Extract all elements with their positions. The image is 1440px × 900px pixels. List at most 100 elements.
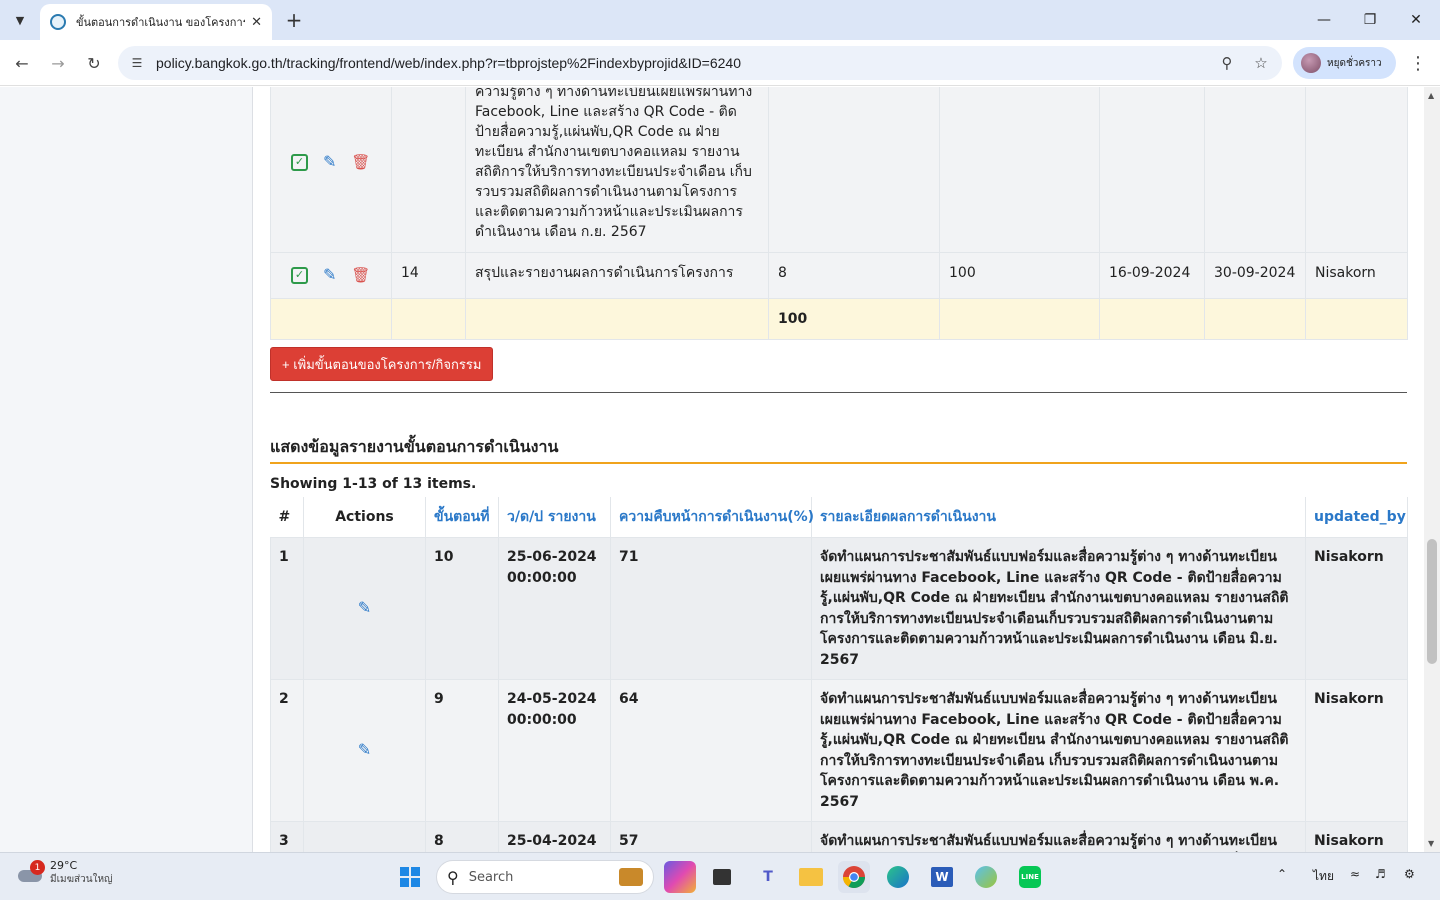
taskbar-search-placeholder: Search — [468, 869, 514, 885]
browser-toolbar: ← → ↻ ☰ policy.bangkok.go.th/tracking/fr… — [0, 40, 1440, 86]
weather-description: มีเมฆส่วนใหญ่ — [50, 874, 113, 885]
cell-no: 14 — [391, 252, 466, 299]
check-square-icon[interactable]: ✓ — [291, 153, 308, 171]
cell-progress: 71 — [610, 537, 812, 680]
teams-icon[interactable]: T — [752, 861, 784, 893]
edge-icon[interactable] — [882, 861, 914, 893]
cell-start — [1099, 87, 1205, 253]
restore-window-button[interactable]: ❐ — [1358, 8, 1382, 32]
browser-tab-active[interactable]: ขั้นตอนการดำเนินงาน ของโครงการ: ✕ — [40, 4, 272, 40]
header-updated-by-sort[interactable]: updated_by — [1305, 497, 1408, 538]
weather-badge: 1 — [30, 860, 45, 875]
scroll-down-arrow-icon[interactable]: ▼ — [1428, 839, 1434, 848]
table-row: 1 ✎ 10 25-06-2024 00:00:00 71 จัดทำแผนกา… — [270, 537, 1408, 680]
cell-weight — [768, 87, 940, 253]
cell-by — [1305, 87, 1408, 253]
word-icon[interactable]: W — [926, 861, 958, 893]
bookmark-star-icon[interactable]: ☆ — [1248, 50, 1274, 76]
scrollbar-thumb[interactable] — [1427, 539, 1437, 664]
check-square-icon[interactable]: ✓ — [291, 266, 308, 284]
cell-progress: 64 — [610, 679, 812, 822]
add-project-step-button[interactable]: + เพิ่มขั้นตอนของโครงการ/กิจกรรม — [270, 347, 494, 381]
divider — [270, 392, 1407, 393]
task-view-icon[interactable] — [706, 861, 738, 893]
table-row: 2 ✎ 9 24-05-2024 00:00:00 64 จัดทำแผนการ… — [270, 679, 1408, 822]
pencil-icon[interactable]: ✎ — [323, 265, 336, 285]
speaker-icon[interactable]: ♬ — [1375, 867, 1386, 881]
back-button[interactable]: ← — [10, 51, 34, 75]
cell-num: 3 — [270, 821, 304, 852]
cell-num: 1 — [270, 537, 304, 680]
scroll-up-arrow-icon[interactable]: ▲ — [1428, 91, 1434, 100]
total-empty — [939, 298, 1100, 340]
tab-search-chevron-icon[interactable]: ▼ — [6, 6, 34, 34]
cell-end — [1204, 87, 1306, 253]
pencil-icon[interactable]: ✎ — [358, 740, 371, 759]
tab-title: ขั้นตอนการดำเนินงาน ของโครงการ: — [76, 16, 246, 29]
section-title: แสดงข้อมูลรายงานขั้นตอนการดำเนินงาน — [270, 437, 559, 456]
table-row: 3 ✎ 8 25-04-2024 00:00:00 57 จัดทำแผนการ… — [270, 821, 1408, 852]
cell-start-date: 16-09-2024 — [1099, 252, 1205, 299]
cell-actions: ✎ — [303, 821, 426, 852]
new-tab-button[interactable]: + — [282, 8, 306, 32]
cell-step-detail: ความรู้ต่าง ๆ ทางด้านทะเบียนเผยแพร่ผ่านท… — [465, 87, 769, 253]
trash-icon[interactable]: 🗑 — [351, 265, 370, 285]
pencil-icon[interactable]: ✎ — [358, 598, 371, 617]
total-empty — [391, 298, 466, 340]
zoom-icon[interactable]: ⚲ — [1214, 50, 1240, 76]
address-bar[interactable]: ☰ policy.bangkok.go.th/tracking/frontend… — [118, 46, 1282, 80]
show-hidden-icons-chevron-icon[interactable]: ⌃ — [1277, 867, 1287, 881]
taskbar-search[interactable]: ⚲ Search — [436, 860, 654, 894]
cell-step: 9 — [425, 679, 499, 822]
header-step-sort[interactable]: ขั้นตอนที่ — [425, 497, 499, 538]
reload-button[interactable]: ↻ — [82, 51, 106, 75]
row-actions: ✓ ✎ 🗑 — [270, 252, 392, 299]
tab-close-icon[interactable]: ✕ — [251, 15, 262, 30]
cell-num: 2 — [270, 679, 304, 822]
row-actions: ✓ ✎ 🗑 — [270, 87, 392, 253]
cell-date: 25-06-2024 00:00:00 — [498, 537, 611, 680]
copilot-icon[interactable] — [664, 861, 696, 893]
forward-button[interactable]: → — [46, 51, 70, 75]
cell-detail: จัดทำแผนการประชาสัมพันธ์แบบฟอร์มและสื่อค… — [811, 537, 1306, 680]
header-detail-sort[interactable]: รายละเอียดผลการดำเนินงาน — [811, 497, 1306, 538]
weather-temperature: 29°C — [50, 859, 78, 872]
chrome-icon[interactable] — [838, 861, 870, 893]
header-date-sort[interactable]: ว/ด/ป รายงาน — [498, 497, 611, 538]
total-empty — [465, 298, 769, 340]
line-app-icon[interactable]: LINE — [1014, 861, 1046, 893]
weather-widget[interactable]: 1 29°C มีเมฆส่วนใหญ่ — [16, 859, 113, 887]
page-scrollbar[interactable]: ▲ ▼ — [1424, 87, 1440, 852]
avatar — [1301, 53, 1321, 73]
cell-weight: 8 — [768, 252, 940, 299]
cell-progress: 100 — [939, 252, 1100, 299]
cell-date: 24-05-2024 00:00:00 — [498, 679, 611, 822]
header-progress-sort[interactable]: ความคืบหน้าการดำเนินงาน(%) — [610, 497, 814, 538]
url-text[interactable]: policy.bangkok.go.th/tracking/frontend/w… — [156, 55, 1214, 71]
table-row: ✓ ✎ 🗑 14 สรุปและรายงานผลการดำเนินการโครง… — [270, 252, 1408, 299]
wifi-icon[interactable]: ≈ — [1350, 867, 1360, 881]
browser-tab-bar: ▼ ขั้นตอนการดำเนินงาน ของโครงการ: ✕ + — … — [0, 0, 1440, 40]
profile-button[interactable]: หยุดชั่วคราว — [1293, 47, 1396, 79]
input-language[interactable]: ไทย — [1313, 867, 1334, 886]
cell-end-date: 30-09-2024 — [1204, 252, 1306, 299]
cell-updated-by: Nisakorn — [1305, 821, 1408, 852]
total-empty — [1305, 298, 1408, 340]
profile-name: หยุดชั่วคราว — [1327, 57, 1382, 69]
pencil-icon[interactable]: ✎ — [323, 152, 336, 172]
minimize-window-button[interactable]: — — [1312, 8, 1336, 32]
windows-start-icon[interactable] — [394, 861, 426, 893]
header-num: # — [270, 497, 304, 538]
header-actions: Actions — [303, 497, 426, 538]
trash-icon[interactable]: 🗑 — [351, 152, 370, 172]
site-info-icon[interactable]: ☰ — [126, 52, 148, 74]
browser-menu-icon[interactable]: ⋮ — [1408, 51, 1428, 75]
cell-no — [391, 87, 466, 253]
cell-step: 10 — [425, 537, 499, 680]
maps-app-icon[interactable] — [970, 861, 1002, 893]
report-grid: # Actions ขั้นตอนที่ ว/ด/ป รายงาน ความคื… — [270, 497, 1408, 852]
notification-bell-icon[interactable]: ⚙ — [1404, 867, 1415, 881]
file-explorer-icon[interactable] — [795, 861, 827, 893]
total-weight: 100 — [768, 298, 940, 340]
close-window-button[interactable]: ✕ — [1404, 8, 1428, 32]
